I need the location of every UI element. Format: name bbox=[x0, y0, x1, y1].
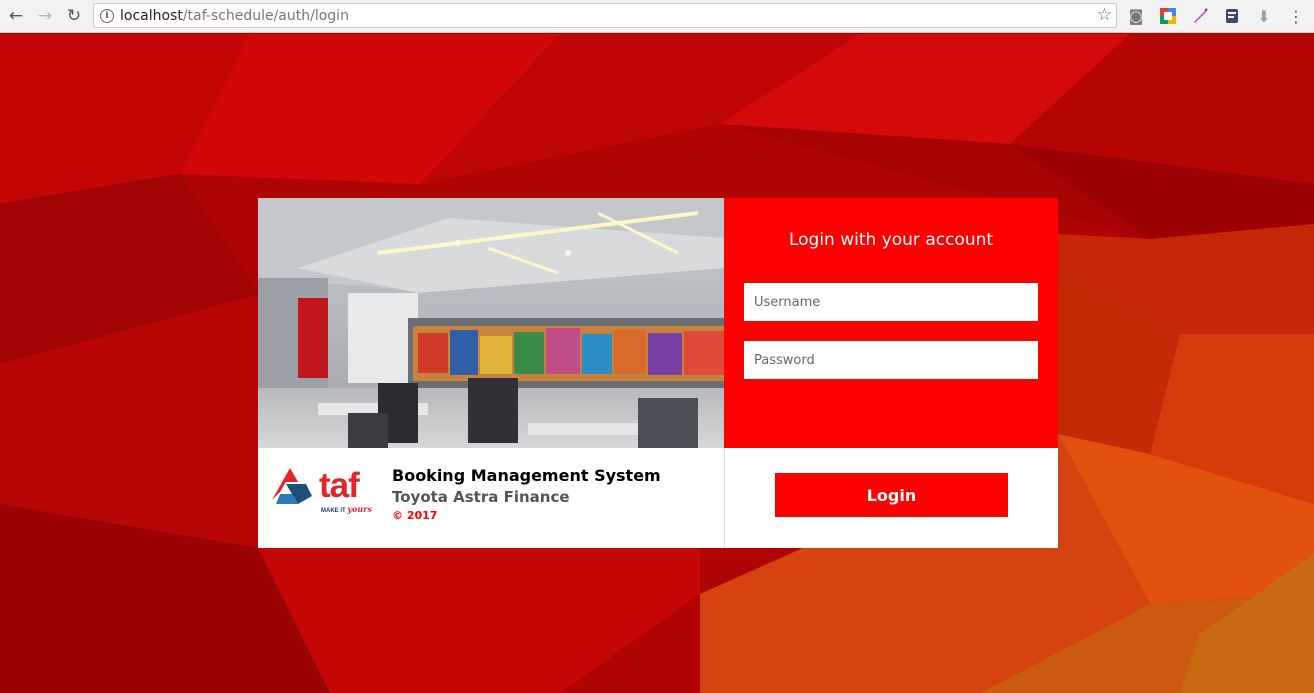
taf-tagline-prefix: MAKE IT bbox=[321, 508, 346, 514]
url-host: localhost bbox=[120, 7, 183, 24]
username-input[interactable] bbox=[744, 283, 1038, 321]
taf-tagline-script: yours bbox=[347, 504, 372, 514]
url-path: /taf-schedule/auth/login bbox=[182, 7, 349, 24]
taf-logo-text: taf bbox=[319, 466, 360, 505]
address-bar[interactable]: i localhost/taf-schedule/auth/login ☆ bbox=[93, 3, 1117, 28]
pen-icon[interactable] bbox=[1190, 6, 1210, 26]
system-title: Booking Management System bbox=[392, 466, 661, 485]
taf-logo-mark-icon bbox=[272, 468, 312, 504]
download-icon[interactable]: ⬇ bbox=[1254, 6, 1274, 26]
login-button[interactable]: Login bbox=[775, 473, 1008, 517]
info-icon[interactable]: i bbox=[100, 8, 114, 23]
login-title: Login with your account bbox=[788, 230, 994, 250]
office-photo bbox=[258, 198, 724, 448]
back-arrow-icon[interactable]: ← bbox=[3, 3, 29, 29]
star-icon[interactable]: ☆ bbox=[1097, 5, 1112, 25]
extension-icon[interactable] bbox=[1158, 6, 1178, 26]
copyright-text: © 2017 bbox=[392, 509, 438, 522]
company-name: Toyota Astra Finance bbox=[392, 488, 570, 506]
password-input[interactable] bbox=[744, 341, 1038, 379]
taf-tagline: MAKE IT yours bbox=[321, 504, 372, 514]
menu-icon[interactable]: ⋮ bbox=[1286, 6, 1306, 26]
card-divider bbox=[724, 448, 725, 548]
url-text[interactable]: localhost/taf-schedule/auth/login bbox=[120, 8, 349, 24]
forward-arrow-icon[interactable]: → bbox=[32, 3, 58, 29]
script-icon[interactable] bbox=[1222, 6, 1242, 26]
taf-logo: taf MAKE IT yours bbox=[272, 466, 382, 526]
browser-toolbar: ← → ↻ i localhost/taf-schedule/auth/logi… bbox=[0, 0, 1314, 33]
login-panel: Login with your account bbox=[724, 198, 1058, 448]
login-card: Login with your account taf MAKE IT your… bbox=[258, 198, 1058, 548]
reload-icon[interactable]: ↻ bbox=[61, 3, 87, 29]
camera-icon[interactable]: ◙ bbox=[1126, 6, 1146, 26]
